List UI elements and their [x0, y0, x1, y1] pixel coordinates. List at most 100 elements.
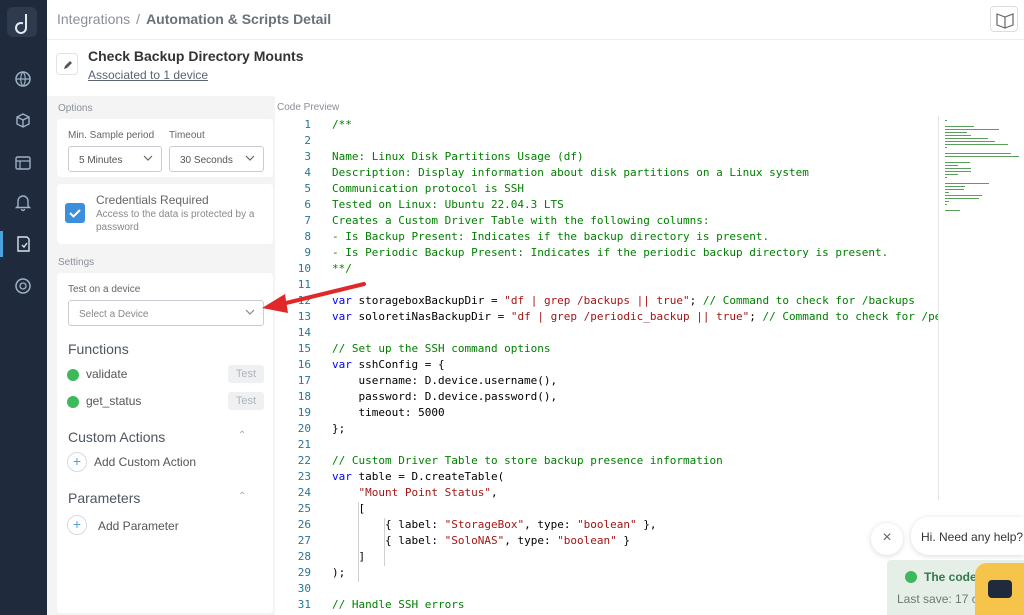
minimap-line: [945, 162, 970, 163]
line-number: 26: [297, 518, 311, 531]
docs-book-icon[interactable]: [990, 6, 1018, 32]
code-line: var table = D.createTable(: [332, 470, 505, 483]
function-name[interactable]: get_status: [86, 394, 141, 408]
line-number: 28: [297, 550, 311, 563]
code-line: /**: [332, 118, 352, 131]
code-line: timeout: 5000: [332, 406, 445, 419]
minimap-line: [945, 144, 1008, 145]
line-number: 23: [297, 470, 311, 483]
status-ok-icon: [67, 369, 79, 381]
line-number: 24: [297, 486, 311, 499]
minimap-line: [945, 153, 1011, 154]
minimap-line: [945, 147, 948, 148]
code-line: password: D.device.password(),: [332, 390, 558, 403]
code-line: ]: [332, 550, 366, 563]
chevron-up-icon[interactable]: ⌃: [238, 430, 246, 441]
minimap-line: [945, 177, 947, 178]
toast-subtitle: Last save: 17 c: [897, 592, 978, 606]
breadcrumb-parent[interactable]: Integrations: [57, 11, 130, 27]
function-name[interactable]: validate: [86, 367, 127, 381]
line-number: 16: [297, 358, 311, 371]
code-line: - Is Periodic Backup Present: Indicates …: [332, 246, 889, 259]
add-custom-action-icon[interactable]: +: [67, 452, 87, 472]
test-function-button[interactable]: Test: [228, 365, 264, 383]
status-ok-icon: [67, 396, 79, 408]
close-chat-button[interactable]: ×: [871, 523, 903, 555]
device-select[interactable]: Select a Device: [68, 300, 264, 326]
custom-actions-header[interactable]: Custom Actions: [68, 429, 165, 445]
minimap-line: [945, 189, 964, 190]
chat-launcher-button[interactable]: [975, 563, 1024, 615]
code-minimap[interactable]: [938, 116, 1024, 500]
minimap-line: [945, 138, 988, 139]
credentials-title: Credentials Required: [96, 193, 209, 207]
test-device-label: Test on a device: [68, 284, 141, 295]
edit-title-button[interactable]: [56, 53, 78, 75]
line-number: 5: [304, 182, 311, 195]
test-function-button[interactable]: Test: [228, 392, 264, 410]
support-icon[interactable]: [12, 275, 34, 297]
timeout-select[interactable]: 30 Seconds: [169, 146, 264, 172]
toast-title: The code: [924, 570, 977, 584]
minimap-line: [945, 132, 967, 133]
line-number: 21: [297, 438, 311, 451]
line-number: 25: [297, 502, 311, 515]
minimap-line: [945, 210, 960, 211]
code-line: Tested on Linux: Ubuntu 22.04.3 LTS: [332, 198, 564, 211]
top-bar: Integrations / Automation & Scripts Detail: [47, 0, 1024, 40]
minimap-line: [945, 204, 947, 205]
bell-icon[interactable]: [12, 191, 34, 213]
line-number: 19: [297, 406, 311, 419]
minimap-line: [945, 156, 1019, 157]
line-number: 12: [297, 294, 311, 307]
chevron-down-icon: [245, 155, 255, 161]
line-number: 1: [304, 118, 311, 131]
app-logo[interactable]: [7, 7, 37, 37]
min-sample-value: 5 Minutes: [79, 155, 123, 166]
add-parameter-button[interactable]: Add Parameter: [98, 519, 179, 533]
minimap-line: [945, 186, 965, 187]
help-bubble[interactable]: Hi. Need any help?: [911, 517, 1024, 555]
code-line: **/: [332, 262, 352, 275]
credentials-checkbox[interactable]: [65, 203, 85, 223]
line-number: 13: [297, 310, 311, 323]
minimap-line: [945, 141, 995, 142]
minimap-line: [945, 171, 971, 172]
minimap-line: [945, 168, 971, 169]
code-preview-label: Code Preview: [277, 102, 340, 113]
scripts-icon[interactable]: [12, 233, 34, 255]
line-number: 10: [297, 262, 311, 275]
minimap-line: [945, 120, 948, 121]
breadcrumb: Integrations / Automation & Scripts Detail: [57, 11, 331, 27]
line-number: 9: [304, 246, 311, 259]
cube-icon[interactable]: [12, 110, 34, 132]
minimap-line: [945, 201, 949, 202]
pencil-icon: [64, 61, 72, 69]
line-number: 30: [297, 582, 311, 595]
line-number: 22: [297, 454, 311, 467]
code-line: - Is Backup Present: Indicates if the ba…: [332, 230, 770, 243]
minimap-line: [945, 129, 999, 130]
app-rail: [0, 0, 47, 615]
parameters-header[interactable]: Parameters: [68, 490, 140, 506]
min-sample-select[interactable]: 5 Minutes: [68, 146, 162, 172]
dashboard-icon[interactable]: [12, 152, 34, 174]
add-custom-action-button[interactable]: Add Custom Action: [94, 455, 196, 469]
add-parameter-icon[interactable]: +: [67, 515, 87, 535]
minimap-line: [945, 174, 958, 175]
association-link[interactable]: Associated to 1 device: [88, 68, 208, 82]
timeout-value: 30 Seconds: [180, 155, 233, 166]
code-line: Communication protocol is SSH: [332, 182, 525, 195]
indent-guide: [358, 502, 359, 582]
minimap-line: [945, 183, 990, 184]
breadcrumb-separator: /: [136, 11, 141, 27]
code-editor[interactable]: 1/** 2 3 Name: Linux Disk Partitions Usage …: [277, 116, 939, 615]
code-line: var storageboxBackupDir = "df | grep /ba…: [332, 294, 915, 307]
line-number: 18: [297, 390, 311, 403]
line-number: 11: [297, 278, 311, 291]
line-number: 6: [304, 198, 311, 211]
globe-icon[interactable]: [12, 68, 34, 90]
min-sample-label: Min. Sample period: [68, 130, 155, 141]
success-icon: [905, 571, 917, 583]
chevron-up-icon[interactable]: ⌃: [238, 491, 246, 502]
